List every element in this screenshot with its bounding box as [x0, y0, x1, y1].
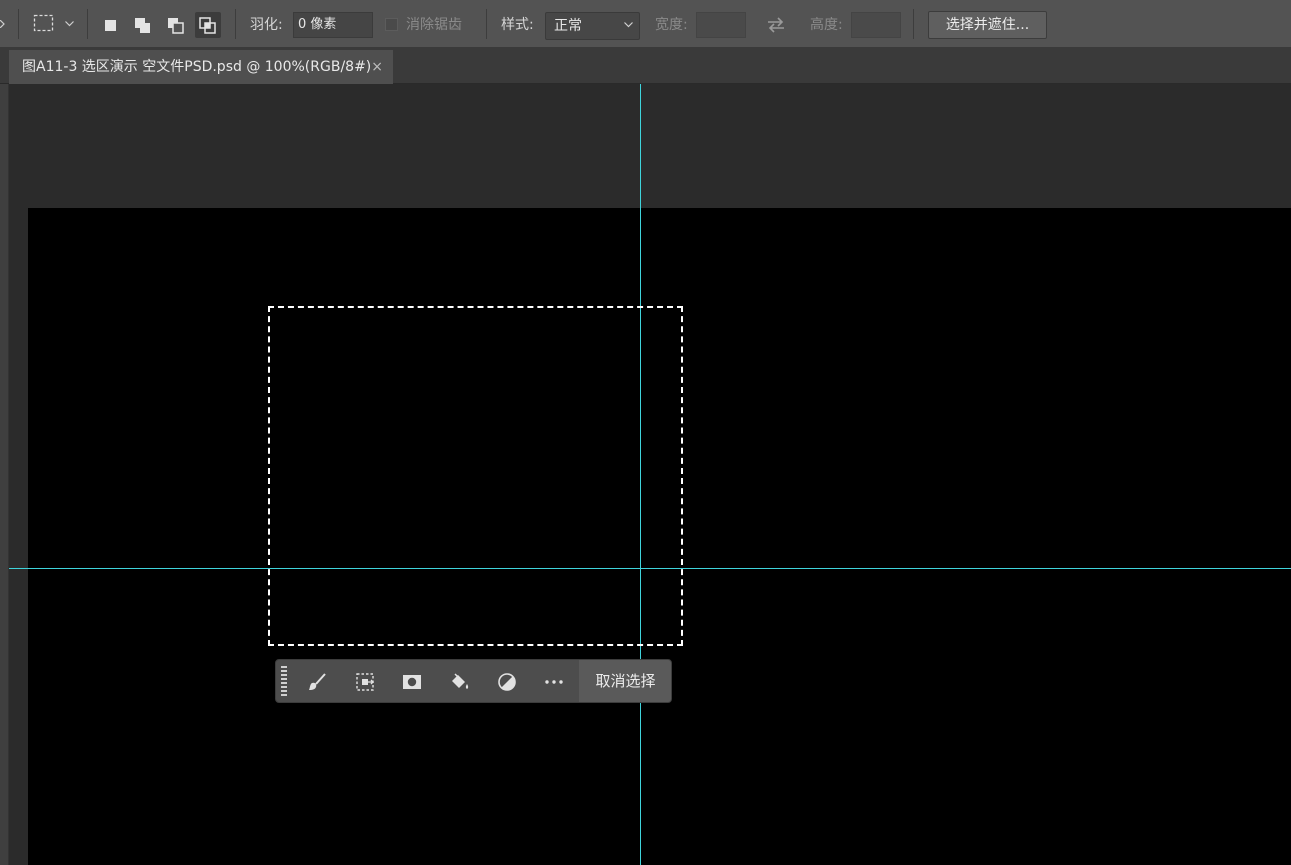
style-select[interactable]: 正常 — [545, 12, 640, 40]
style-select-value: 正常 — [554, 18, 582, 34]
anti-alias-label: 消除锯齿 — [406, 17, 462, 33]
swap-arrows-icon[interactable] — [766, 16, 786, 34]
anti-alias-checkbox[interactable] — [385, 18, 398, 31]
grip-handle-icon[interactable] — [281, 665, 287, 699]
intersect-selection-button[interactable] — [195, 12, 221, 38]
width-input[interactable] — [696, 12, 746, 38]
transform-selection-icon[interactable] — [353, 670, 377, 694]
document-tab-bar: 图A11-3 选区演示 空文件PSD.psd @ 100%(RGB/8#) × — [0, 48, 1291, 84]
fill-bucket-icon[interactable] — [447, 670, 471, 694]
tools-panel-edge — [0, 84, 9, 865]
document-tab[interactable]: 图A11-3 选区演示 空文件PSD.psd @ 100%(RGB/8#) × — [9, 50, 393, 84]
add-to-selection-icon — [135, 18, 150, 33]
contextual-task-bar: 取消选择 — [275, 659, 672, 703]
mask-icon[interactable] — [400, 670, 424, 694]
pasteboard — [9, 84, 1291, 865]
brush-icon[interactable] — [306, 670, 330, 694]
rectangular-marquee-icon[interactable] — [33, 14, 55, 34]
feather-label: 羽化: — [250, 17, 283, 33]
chevron-down-icon[interactable] — [65, 21, 74, 27]
chevron-down-icon — [624, 22, 633, 28]
marquee-selection[interactable] — [268, 306, 683, 646]
style-label: 样式: — [501, 17, 534, 33]
close-icon[interactable]: × — [371, 50, 383, 84]
tool-preset-arrow-icon[interactable] — [0, 20, 6, 28]
deselect-button[interactable]: 取消选择 — [579, 660, 671, 702]
subtract-from-selection-icon — [168, 18, 184, 34]
new-selection-icon — [105, 20, 116, 31]
height-label: 高度: — [810, 17, 843, 33]
more-options-icon[interactable] — [542, 670, 566, 694]
new-selection-button[interactable] — [98, 12, 124, 38]
subtract-from-selection-button[interactable] — [163, 12, 189, 38]
width-label: 宽度: — [655, 17, 688, 33]
height-input[interactable] — [851, 12, 901, 38]
add-to-selection-button[interactable] — [130, 12, 156, 38]
select-and-mask-button[interactable]: 选择并遮住... — [928, 11, 1047, 39]
document-tab-title: 图A11-3 选区演示 空文件PSD.psd @ 100%(RGB/8#) — [22, 59, 372, 75]
adjustment-circle-icon[interactable] — [495, 670, 519, 694]
intersect-selection-icon — [199, 17, 216, 34]
options-bar: 羽化: 0 像素 消除锯齿 样式: 正常 宽度: 高度: 选择并遮住... — [0, 0, 1291, 48]
feather-input[interactable]: 0 像素 — [293, 12, 373, 38]
